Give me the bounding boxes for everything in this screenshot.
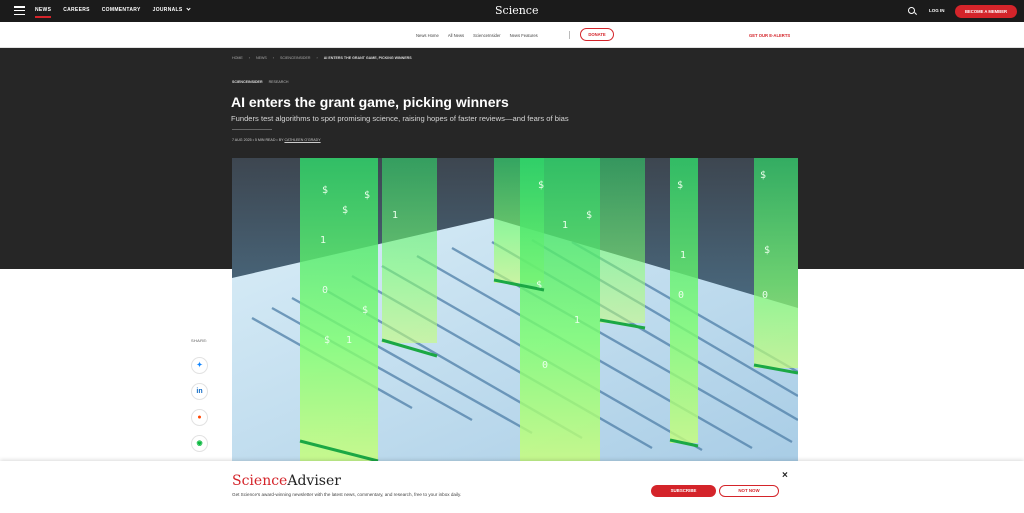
news-subnav: News Home All News ScienceInsider News F…: [0, 22, 1024, 48]
author-link[interactable]: CATHLEEN O'GRADY: [284, 138, 320, 142]
share-label: SHARE:: [191, 338, 208, 343]
breadcrumb-news[interactable]: NEWS: [256, 56, 267, 60]
svg-text:0: 0: [762, 290, 768, 301]
nav-news[interactable]: NEWS: [35, 7, 52, 18]
svg-text:$: $: [322, 185, 328, 196]
ealerts-link[interactable]: GET OUR E-ALERTS: [749, 33, 790, 38]
svg-text:$: $: [760, 170, 766, 181]
illustration-svg: $10 $$$ $11 $$1 10$ $10 $$0: [232, 158, 798, 461]
svg-text:0: 0: [542, 360, 548, 371]
donate-button[interactable]: DONATE: [580, 28, 614, 41]
publish-date: 7 AUG 2025: [232, 138, 252, 142]
svg-text:1: 1: [680, 250, 686, 261]
svg-text:1: 1: [574, 315, 580, 326]
svg-text:1: 1: [562, 220, 568, 231]
top-bar: NEWS CAREERS COMMENTARY JOURNALS Science…: [0, 0, 1024, 22]
svg-text:$: $: [342, 205, 348, 216]
become-member-button[interactable]: BECOME A MEMBER: [955, 5, 1017, 18]
title-rule: [232, 129, 272, 130]
chevron-down-icon: [185, 6, 191, 11]
menu-icon[interactable]: [14, 6, 25, 16]
by-label: BY: [278, 138, 284, 142]
login-link[interactable]: LOG IN: [929, 8, 945, 13]
article-illustration: $1 0 $ $ $ $1 1 $ $1 1 0 $ $1 0 $ $0: [232, 158, 798, 461]
subnav-news-home[interactable]: News Home: [416, 33, 439, 38]
byline: 7 AUG 2025 • 5 MIN READ • BY CATHLEEN O'…: [232, 138, 321, 142]
not-now-button[interactable]: NOT NOW: [719, 485, 779, 497]
svg-text:1: 1: [346, 335, 352, 346]
subnav-scienceinsider[interactable]: ScienceInsider: [473, 33, 500, 38]
svg-text:$: $: [324, 335, 330, 346]
close-icon[interactable]: ×: [782, 470, 788, 481]
newsletter-text: Get Science's award-winning newsletter w…: [232, 492, 462, 497]
newsletter-banner: ScienceAdviser Get Science's award-winni…: [0, 461, 1024, 513]
svg-text:1: 1: [320, 235, 326, 246]
article-meta: SCIENCEINSIDER RESEARCH: [232, 80, 289, 84]
nav-careers[interactable]: CAREERS: [63, 7, 90, 13]
svg-text:$: $: [362, 305, 368, 316]
svg-text:1: 1: [392, 210, 398, 221]
breadcrumb: HOME › NEWS › SCIENCEINSIDER › AI ENTERS TH…: [232, 56, 412, 60]
wechat-icon[interactable]: ◉: [191, 435, 208, 452]
science-adviser-logo: ScienceAdviser: [232, 473, 341, 489]
article-dek: Funders test algorithms to spot promisin…: [231, 114, 569, 123]
breadcrumb-home[interactable]: HOME: [232, 56, 243, 60]
svg-text:$: $: [364, 190, 370, 201]
breadcrumb-current: AI ENTERS THE GRANT GAME, PICKING WINNER…: [323, 56, 412, 60]
svg-text:$: $: [586, 210, 592, 221]
breadcrumb-scienceinsider[interactable]: SCIENCEINSIDER: [280, 56, 311, 60]
svg-text:$: $: [764, 245, 770, 256]
svg-text:$: $: [538, 180, 544, 191]
article-title: AI enters the grant game, picking winner…: [231, 94, 509, 110]
svg-text:0: 0: [678, 290, 684, 301]
nav-commentary[interactable]: COMMENTARY: [102, 7, 141, 13]
nav-journals[interactable]: JOURNALS: [152, 6, 191, 13]
adviser-logo-adviser: Adviser: [287, 473, 341, 489]
section-tag[interactable]: SCIENCEINSIDER: [232, 80, 263, 84]
linkedin-icon[interactable]: in: [191, 383, 208, 400]
subnav-news-features[interactable]: News Features: [510, 33, 538, 38]
svg-text:0: 0: [322, 285, 328, 296]
svg-text:$: $: [677, 180, 683, 191]
bluesky-icon[interactable]: ✦: [191, 357, 208, 374]
read-time: 5 MIN READ: [254, 138, 276, 142]
subscribe-button[interactable]: SUBSCRIBE: [651, 485, 716, 497]
subnav-divider: [569, 31, 570, 39]
search-icon[interactable]: [908, 7, 915, 14]
subnav-all-news[interactable]: All News: [448, 33, 464, 38]
nav-journals-label: JOURNALS: [152, 7, 183, 13]
section-label: RESEARCH: [268, 80, 289, 84]
main-nav: NEWS CAREERS COMMENTARY JOURNALS: [35, 6, 191, 18]
reddit-icon[interactable]: ●: [191, 409, 208, 426]
adviser-logo-science: Science: [232, 473, 288, 489]
science-logo[interactable]: Science: [495, 4, 538, 17]
